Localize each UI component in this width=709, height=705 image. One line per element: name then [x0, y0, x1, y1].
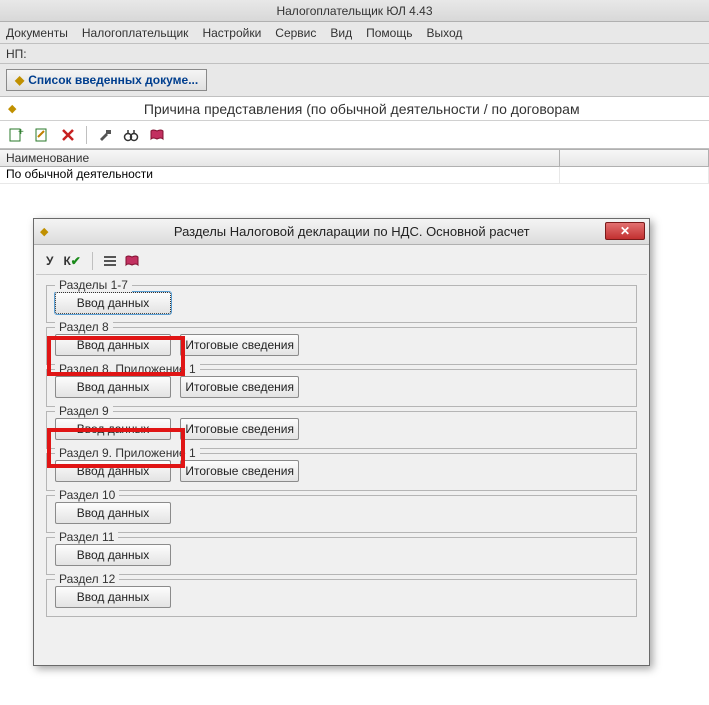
input-data-button[interactable]: Ввод данных: [55, 544, 171, 566]
separator: [86, 126, 87, 144]
column-2[interactable]: [560, 150, 709, 166]
np-row: НП:: [0, 44, 709, 64]
book-icon[interactable]: [124, 253, 140, 269]
cell-name: По обычной деятельности: [0, 167, 560, 183]
dialog-toolbar: У К✔: [36, 247, 647, 275]
close-button[interactable]: ✕: [605, 222, 645, 240]
section-9: Раздел 9 Ввод данных Итоговые сведения: [46, 411, 637, 449]
section-10: Раздел 10 Ввод данных: [46, 495, 637, 533]
heading-row: ◆ Причина представления (по обычной деят…: [0, 97, 709, 121]
hammer-icon[interactable]: [97, 127, 113, 143]
section-legend: Раздел 8: [55, 320, 113, 334]
diamond-icon: ◆: [40, 225, 48, 238]
menu-settings[interactable]: Настройки: [202, 26, 261, 40]
summary-button[interactable]: Итоговые сведения: [180, 334, 299, 356]
input-data-button[interactable]: Ввод данных: [55, 418, 171, 440]
menu-view[interactable]: Вид: [330, 26, 352, 40]
action-toolbar: +: [0, 121, 709, 149]
menu-taxpayer[interactable]: Налогоплательщик: [82, 26, 189, 40]
tab-toolbar: ◆ Список введенных докуме...: [0, 64, 709, 97]
diamond-icon: ◆: [8, 102, 16, 115]
section-legend: Раздел 9. Приложение 1: [55, 446, 200, 460]
separator: [92, 252, 93, 270]
menu-bar: Документы Налогоплательщик Настройки Сер…: [0, 22, 709, 44]
grid-header: Наименование: [0, 149, 709, 167]
new-icon[interactable]: +: [8, 127, 24, 143]
section-legend: Раздел 10: [55, 488, 119, 502]
section-legend: Раздел 9: [55, 404, 113, 418]
section-legend: Раздел 12: [55, 572, 119, 586]
summary-button[interactable]: Итоговые сведения: [180, 418, 299, 440]
np-label: НП:: [6, 47, 27, 61]
section-8-app1: Раздел 8. Приложение 1 Ввод данных Итого…: [46, 369, 637, 407]
input-data-button[interactable]: Ввод данных: [55, 586, 171, 608]
summary-button[interactable]: Итоговые сведения: [180, 460, 299, 482]
cell-2: [560, 167, 709, 183]
input-data-button[interactable]: Ввод данных: [55, 334, 171, 356]
dialog-title-bar[interactable]: ◆ Разделы Налоговой декларации по НДС. О…: [34, 219, 649, 245]
list-icon[interactable]: [102, 253, 118, 269]
dialog-body: Разделы 1-7 Ввод данных Раздел 8 Ввод да…: [34, 275, 649, 627]
section-legend: Раздел 11: [55, 530, 118, 544]
summary-button[interactable]: Итоговые сведения: [180, 376, 299, 398]
section-12: Раздел 12 Ввод данных: [46, 579, 637, 617]
check-icon: ✔: [71, 254, 81, 268]
edit-icon[interactable]: [34, 127, 50, 143]
section-9-app1: Раздел 9. Приложение 1 Ввод данных Итого…: [46, 453, 637, 491]
dialog-title: Разделы Налоговой декларации по НДС. Осн…: [54, 224, 649, 239]
app-title: Налогоплательщик ЮЛ 4.43: [276, 4, 432, 18]
binoculars-icon[interactable]: [123, 127, 139, 143]
close-icon: ✕: [620, 225, 630, 237]
documents-list-tab[interactable]: ◆ Список введенных докуме...: [6, 69, 207, 91]
section-1-7: Разделы 1-7 Ввод данных: [46, 285, 637, 323]
menu-documents[interactable]: Документы: [6, 26, 68, 40]
section-legend: Раздел 8. Приложение 1: [55, 362, 200, 376]
book-icon[interactable]: [149, 127, 165, 143]
menu-service[interactable]: Сервис: [275, 26, 316, 40]
input-data-button[interactable]: Ввод данных: [55, 460, 171, 482]
input-data-button[interactable]: Ввод данных: [55, 502, 171, 524]
delete-icon[interactable]: [60, 127, 76, 143]
k-button[interactable]: К✔: [61, 252, 82, 270]
tab-label: Список введенных докуме...: [28, 73, 198, 87]
menu-help[interactable]: Помощь: [366, 26, 412, 40]
sections-dialog: ◆ Разделы Налоговой декларации по НДС. О…: [33, 218, 650, 666]
diamond-icon: ◆: [15, 73, 24, 87]
section-11: Раздел 11 Ввод данных: [46, 537, 637, 575]
table-row[interactable]: По обычной деятельности: [0, 167, 709, 184]
input-data-button[interactable]: Ввод данных: [55, 292, 171, 314]
app-title-bar: Налогоплательщик ЮЛ 4.43: [0, 0, 709, 22]
column-name[interactable]: Наименование: [0, 150, 560, 166]
svg-text:+: +: [18, 127, 24, 138]
menu-exit[interactable]: Выход: [426, 26, 462, 40]
input-data-button[interactable]: Ввод данных: [55, 376, 171, 398]
page-heading: Причина представления (по обычной деятел…: [22, 101, 701, 117]
section-8: Раздел 8 Ввод данных Итоговые сведения: [46, 327, 637, 365]
section-legend: Разделы 1-7: [55, 278, 132, 292]
u-button[interactable]: У: [44, 252, 55, 270]
